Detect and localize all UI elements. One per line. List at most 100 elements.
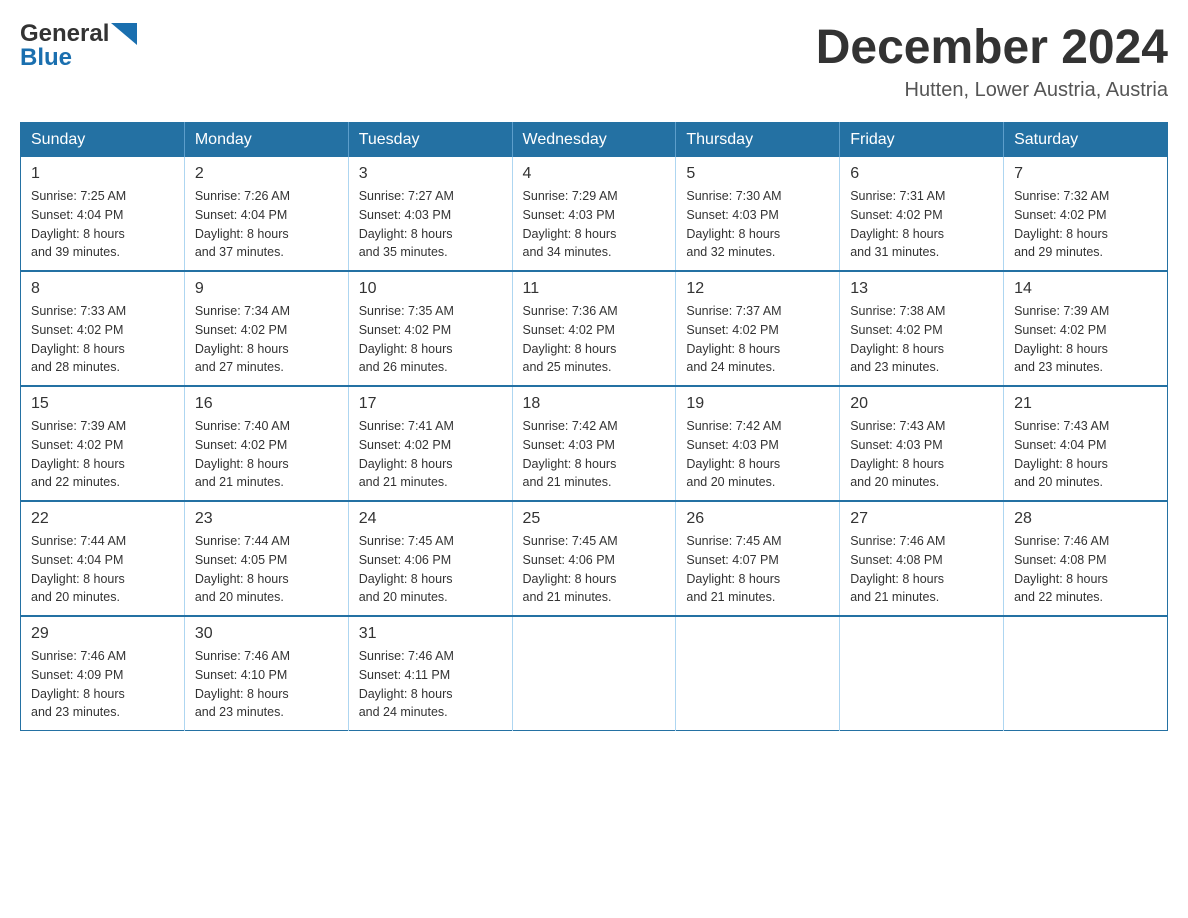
calendar-cell: 5Sunrise: 7:30 AMSunset: 4:03 PMDaylight… bbox=[676, 157, 840, 271]
calendar-cell: 2 Sunrise: 7:26 AMSunset: 4:04 PMDaylight… bbox=[184, 157, 348, 271]
day-info: Sunrise: 7:43 AMSunset: 4:04 PMDaylight:… bbox=[1014, 417, 1157, 492]
day-number: 18 bbox=[523, 395, 666, 413]
week-row-2: 8Sunrise: 7:33 AMSunset: 4:02 PMDaylight… bbox=[21, 271, 1168, 386]
day-number: 5 bbox=[686, 165, 829, 183]
calendar-cell: 10Sunrise: 7:35 AMSunset: 4:02 PMDayligh… bbox=[348, 271, 512, 386]
day-info: Sunrise: 7:32 AMSunset: 4:02 PMDaylight:… bbox=[1014, 187, 1157, 262]
day-number: 26 bbox=[686, 510, 829, 528]
calendar-cell: 22 Sunrise: 7:44 AMSunset: 4:04 PMDayligh… bbox=[21, 501, 185, 616]
calendar-cell: 1Sunrise: 7:25 AMSunset: 4:04 PMDaylight… bbox=[21, 157, 185, 271]
day-info: Sunrise: 7:46 AMSunset: 4:09 PMDaylight:… bbox=[31, 647, 174, 722]
calendar-cell: 31 Sunrise: 7:46 AMSunset: 4:11 PMDayligh… bbox=[348, 616, 512, 731]
calendar-table: SundayMondayTuesdayWednesdayThursdayFrid… bbox=[20, 122, 1168, 731]
calendar-cell: 19 Sunrise: 7:42 AMSunset: 4:03 PMDayligh… bbox=[676, 386, 840, 501]
day-number: 3 bbox=[359, 165, 502, 183]
day-number: 9 bbox=[195, 280, 338, 298]
week-row-5: 29Sunrise: 7:46 AMSunset: 4:09 PMDayligh… bbox=[21, 616, 1168, 731]
day-number: 24 bbox=[359, 510, 502, 528]
page-header: General Blue December 2024 Hutten, Lower… bbox=[20, 20, 1168, 102]
calendar-cell: 20 Sunrise: 7:43 AMSunset: 4:03 PMDayligh… bbox=[840, 386, 1004, 501]
day-number: 2 bbox=[195, 165, 338, 183]
day-number: 16 bbox=[195, 395, 338, 413]
calendar-cell: 8Sunrise: 7:33 AMSunset: 4:02 PMDaylight… bbox=[21, 271, 185, 386]
day-info: Sunrise: 7:33 AMSunset: 4:02 PMDaylight:… bbox=[31, 302, 174, 377]
calendar-cell: 29Sunrise: 7:46 AMSunset: 4:09 PMDayligh… bbox=[21, 616, 185, 731]
month-year-title: December 2024 bbox=[816, 20, 1168, 75]
calendar-cell: 23 Sunrise: 7:44 AMSunset: 4:05 PMDayligh… bbox=[184, 501, 348, 616]
location-subtitle: Hutten, Lower Austria, Austria bbox=[816, 79, 1168, 102]
day-info: Sunrise: 7:29 AMSunset: 4:03 PMDaylight:… bbox=[523, 187, 666, 262]
calendar-cell: 12 Sunrise: 7:37 AMSunset: 4:02 PMDayligh… bbox=[676, 271, 840, 386]
day-number: 11 bbox=[523, 280, 666, 298]
header-sunday: Sunday bbox=[21, 123, 185, 158]
day-info: Sunrise: 7:40 AMSunset: 4:02 PMDaylight:… bbox=[195, 417, 338, 492]
day-number: 28 bbox=[1014, 510, 1157, 528]
logo-icon bbox=[111, 23, 137, 45]
day-number: 14 bbox=[1014, 280, 1157, 298]
day-number: 31 bbox=[359, 625, 502, 643]
calendar-cell: 24 Sunrise: 7:45 AMSunset: 4:06 PMDayligh… bbox=[348, 501, 512, 616]
calendar-cell: 7 Sunrise: 7:32 AMSunset: 4:02 PMDaylight… bbox=[1004, 157, 1168, 271]
day-number: 10 bbox=[359, 280, 502, 298]
day-number: 6 bbox=[850, 165, 993, 183]
calendar-cell: 3 Sunrise: 7:27 AMSunset: 4:03 PMDaylight… bbox=[348, 157, 512, 271]
day-number: 20 bbox=[850, 395, 993, 413]
day-info: Sunrise: 7:45 AMSunset: 4:06 PMDaylight:… bbox=[523, 532, 666, 607]
calendar-cell: 27Sunrise: 7:46 AMSunset: 4:08 PMDayligh… bbox=[840, 501, 1004, 616]
header-friday: Friday bbox=[840, 123, 1004, 158]
title-section: December 2024 Hutten, Lower Austria, Aus… bbox=[816, 20, 1168, 102]
day-info: Sunrise: 7:44 AMSunset: 4:05 PMDaylight:… bbox=[195, 532, 338, 607]
day-info: Sunrise: 7:46 AMSunset: 4:11 PMDaylight:… bbox=[359, 647, 502, 722]
day-info: Sunrise: 7:43 AMSunset: 4:03 PMDaylight:… bbox=[850, 417, 993, 492]
week-row-4: 22 Sunrise: 7:44 AMSunset: 4:04 PMDayligh… bbox=[21, 501, 1168, 616]
day-info: Sunrise: 7:45 AMSunset: 4:06 PMDaylight:… bbox=[359, 532, 502, 607]
logo: General Blue bbox=[20, 20, 137, 72]
day-number: 12 bbox=[686, 280, 829, 298]
header-tuesday: Tuesday bbox=[348, 123, 512, 158]
day-info: Sunrise: 7:45 AMSunset: 4:07 PMDaylight:… bbox=[686, 532, 829, 607]
calendar-cell: 14 Sunrise: 7:39 AMSunset: 4:02 PMDayligh… bbox=[1004, 271, 1168, 386]
day-info: Sunrise: 7:39 AMSunset: 4:02 PMDaylight:… bbox=[31, 417, 174, 492]
day-info: Sunrise: 7:37 AMSunset: 4:02 PMDaylight:… bbox=[686, 302, 829, 377]
day-number: 23 bbox=[195, 510, 338, 528]
calendar-cell: 25Sunrise: 7:45 AMSunset: 4:06 PMDayligh… bbox=[512, 501, 676, 616]
day-number: 21 bbox=[1014, 395, 1157, 413]
day-info: Sunrise: 7:42 AMSunset: 4:03 PMDaylight:… bbox=[523, 417, 666, 492]
calendar-cell: 30 Sunrise: 7:46 AMSunset: 4:10 PMDayligh… bbox=[184, 616, 348, 731]
calendar-cell: 11 Sunrise: 7:36 AMSunset: 4:02 PMDayligh… bbox=[512, 271, 676, 386]
calendar-cell: 9 Sunrise: 7:34 AMSunset: 4:02 PMDaylight… bbox=[184, 271, 348, 386]
day-info: Sunrise: 7:38 AMSunset: 4:02 PMDaylight:… bbox=[850, 302, 993, 377]
header-monday: Monday bbox=[184, 123, 348, 158]
calendar-cell: 6Sunrise: 7:31 AMSunset: 4:02 PMDaylight… bbox=[840, 157, 1004, 271]
calendar-cell: 21 Sunrise: 7:43 AMSunset: 4:04 PMDayligh… bbox=[1004, 386, 1168, 501]
day-info: Sunrise: 7:46 AMSunset: 4:10 PMDaylight:… bbox=[195, 647, 338, 722]
calendar-cell bbox=[512, 616, 676, 731]
day-number: 19 bbox=[686, 395, 829, 413]
calendar-cell: 18 Sunrise: 7:42 AMSunset: 4:03 PMDayligh… bbox=[512, 386, 676, 501]
day-number: 15 bbox=[31, 395, 174, 413]
day-number: 30 bbox=[195, 625, 338, 643]
day-number: 17 bbox=[359, 395, 502, 413]
day-info: Sunrise: 7:44 AMSunset: 4:04 PMDaylight:… bbox=[31, 532, 174, 607]
calendar-cell: 13 Sunrise: 7:38 AMSunset: 4:02 PMDayligh… bbox=[840, 271, 1004, 386]
day-number: 7 bbox=[1014, 165, 1157, 183]
day-info: Sunrise: 7:26 AMSunset: 4:04 PMDaylight:… bbox=[195, 187, 338, 262]
day-number: 22 bbox=[31, 510, 174, 528]
calendar-cell: 4 Sunrise: 7:29 AMSunset: 4:03 PMDaylight… bbox=[512, 157, 676, 271]
calendar-cell: 28 Sunrise: 7:46 AMSunset: 4:08 PMDayligh… bbox=[1004, 501, 1168, 616]
day-info: Sunrise: 7:39 AMSunset: 4:02 PMDaylight:… bbox=[1014, 302, 1157, 377]
week-row-1: 1Sunrise: 7:25 AMSunset: 4:04 PMDaylight… bbox=[21, 157, 1168, 271]
week-row-3: 15 Sunrise: 7:39 AMSunset: 4:02 PMDayligh… bbox=[21, 386, 1168, 501]
day-number: 13 bbox=[850, 280, 993, 298]
day-info: Sunrise: 7:34 AMSunset: 4:02 PMDaylight:… bbox=[195, 302, 338, 377]
calendar-cell bbox=[1004, 616, 1168, 731]
day-info: Sunrise: 7:46 AMSunset: 4:08 PMDaylight:… bbox=[1014, 532, 1157, 607]
header-saturday: Saturday bbox=[1004, 123, 1168, 158]
calendar-cell: 15 Sunrise: 7:39 AMSunset: 4:02 PMDayligh… bbox=[21, 386, 185, 501]
day-info: Sunrise: 7:27 AMSunset: 4:03 PMDaylight:… bbox=[359, 187, 502, 262]
header-wednesday: Wednesday bbox=[512, 123, 676, 158]
day-number: 4 bbox=[523, 165, 666, 183]
day-info: Sunrise: 7:25 AMSunset: 4:04 PMDaylight:… bbox=[31, 187, 174, 262]
day-info: Sunrise: 7:36 AMSunset: 4:02 PMDaylight:… bbox=[523, 302, 666, 377]
day-info: Sunrise: 7:42 AMSunset: 4:03 PMDaylight:… bbox=[686, 417, 829, 492]
